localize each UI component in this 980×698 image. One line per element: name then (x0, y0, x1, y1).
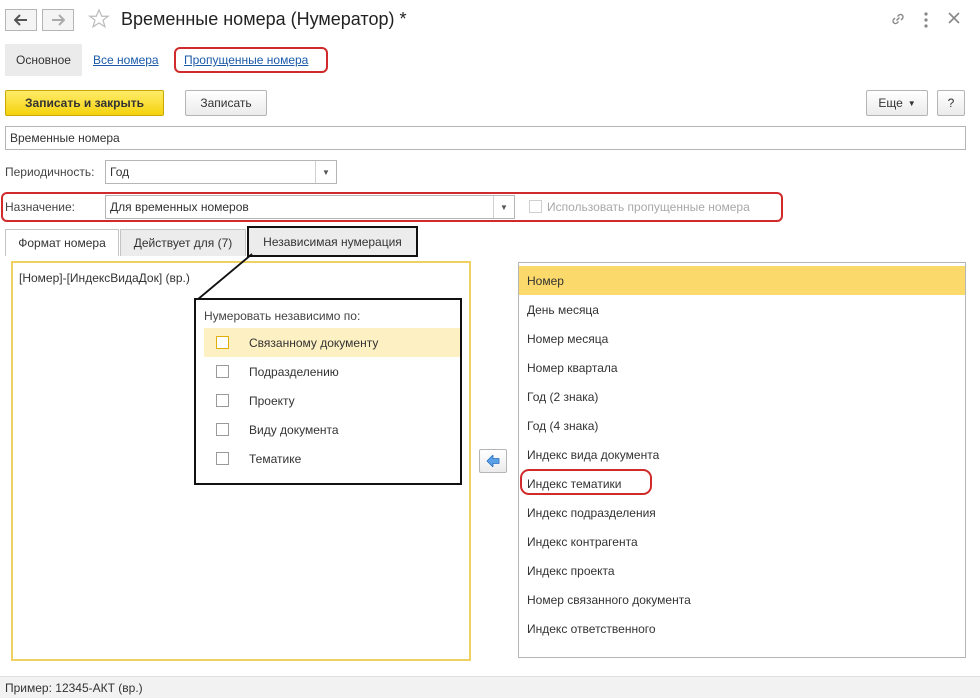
more-label: Еще (878, 96, 903, 110)
example-text: Пример: 12345-АКТ (вр.) (5, 681, 143, 695)
use-skipped-checkbox[interactable] (529, 200, 542, 213)
purpose-value: Для временных номеров (110, 200, 249, 214)
list-item[interactable]: Индекс вида документа (519, 440, 965, 469)
callout-connector (196, 253, 253, 301)
forward-button[interactable] (42, 9, 74, 31)
link-icon[interactable] (890, 11, 908, 29)
link-skipped-numbers[interactable]: Пропущенные номера (184, 53, 308, 67)
checkbox[interactable] (216, 452, 229, 465)
purpose-select[interactable]: Для временных номеров ▼ (105, 195, 515, 219)
list-item[interactable]: Номер месяца (519, 324, 965, 353)
arrow-left-icon (486, 455, 500, 467)
check-row-subject[interactable]: Тематике (204, 444, 460, 473)
back-button[interactable] (5, 9, 37, 31)
arrow-right-icon (52, 14, 65, 26)
list-item[interactable]: Индекс подразделения (519, 498, 965, 527)
checkbox[interactable] (216, 336, 229, 349)
list-item[interactable]: Номер (519, 266, 965, 295)
chevron-down-icon[interactable]: ▼ (315, 161, 336, 183)
check-label: Тематике (249, 451, 302, 466)
more-button[interactable]: Еще ▼ (866, 90, 928, 116)
link-all-numbers[interactable]: Все номера (93, 53, 159, 67)
name-value: Временные номера (10, 131, 120, 145)
independent-panel-title: Нумеровать независимо по: (204, 309, 361, 323)
check-row-project[interactable]: Проекту (204, 386, 460, 415)
list-item[interactable]: Индекс контрагента (519, 527, 965, 556)
periodicity-value: Год (110, 165, 130, 179)
save-button[interactable]: Записать (185, 90, 267, 116)
footer-bar: Пример: 12345-АКТ (вр.) (0, 676, 980, 698)
list-item[interactable]: Номер связанного документа (519, 585, 965, 614)
page-title: Временные номера (Нумератор) * (121, 9, 407, 29)
checkbox[interactable] (216, 423, 229, 436)
list-item[interactable]: День месяца (519, 295, 965, 324)
check-label: Связанному документу (249, 335, 379, 350)
list-item[interactable]: Индекс ответственного (519, 614, 965, 643)
tab-independent-numbering[interactable]: Независимая нумерация (247, 226, 418, 257)
periodicity-select[interactable]: Год ▼ (105, 160, 337, 184)
purpose-label: Назначение: (5, 200, 76, 214)
checkbox[interactable] (216, 365, 229, 378)
insert-field-button[interactable] (479, 449, 507, 473)
independent-numbering-panel: Нумеровать независимо по: Связанному док… (194, 298, 462, 485)
chevron-down-icon[interactable]: ▼ (493, 196, 514, 218)
favorite-star-icon[interactable] (88, 8, 112, 32)
list-item[interactable]: Номер квартала (519, 353, 965, 382)
use-skipped-label: Использовать пропущенные номера (547, 200, 750, 214)
arrow-left-icon (14, 14, 27, 26)
tab-number-format[interactable]: Формат номера (5, 229, 119, 256)
help-button[interactable]: ? (937, 90, 965, 116)
highlight-subject-index (520, 469, 652, 495)
list-item[interactable]: Год (2 знака) (519, 382, 965, 411)
check-row-department[interactable]: Подразделению (204, 357, 460, 386)
checkbox[interactable] (216, 394, 229, 407)
check-label: Проекту (249, 393, 295, 408)
more-vertical-icon[interactable] (920, 10, 932, 30)
list-item[interactable]: Год (4 знака) (519, 411, 965, 440)
check-label: Подразделению (249, 364, 339, 379)
check-row-doc-type[interactable]: Виду документа (204, 415, 460, 444)
list-item[interactable]: Индекс проекта (519, 556, 965, 585)
check-label: Виду документа (249, 422, 339, 437)
name-field[interactable]: Временные номера (5, 126, 966, 150)
periodicity-label: Периодичность: (5, 165, 95, 179)
fields-list: Номер День месяца Номер месяца Номер ква… (518, 262, 966, 658)
tab-main[interactable]: Основное (5, 44, 82, 76)
save-and-close-button[interactable]: Записать и закрыть (5, 90, 164, 116)
chevron-down-icon: ▼ (907, 98, 916, 108)
check-row-related-doc[interactable]: Связанному документу (204, 328, 460, 357)
close-icon[interactable] (946, 10, 966, 30)
format-text: [Номер]-[ИндексВидаДок] (вр.) (19, 271, 190, 285)
